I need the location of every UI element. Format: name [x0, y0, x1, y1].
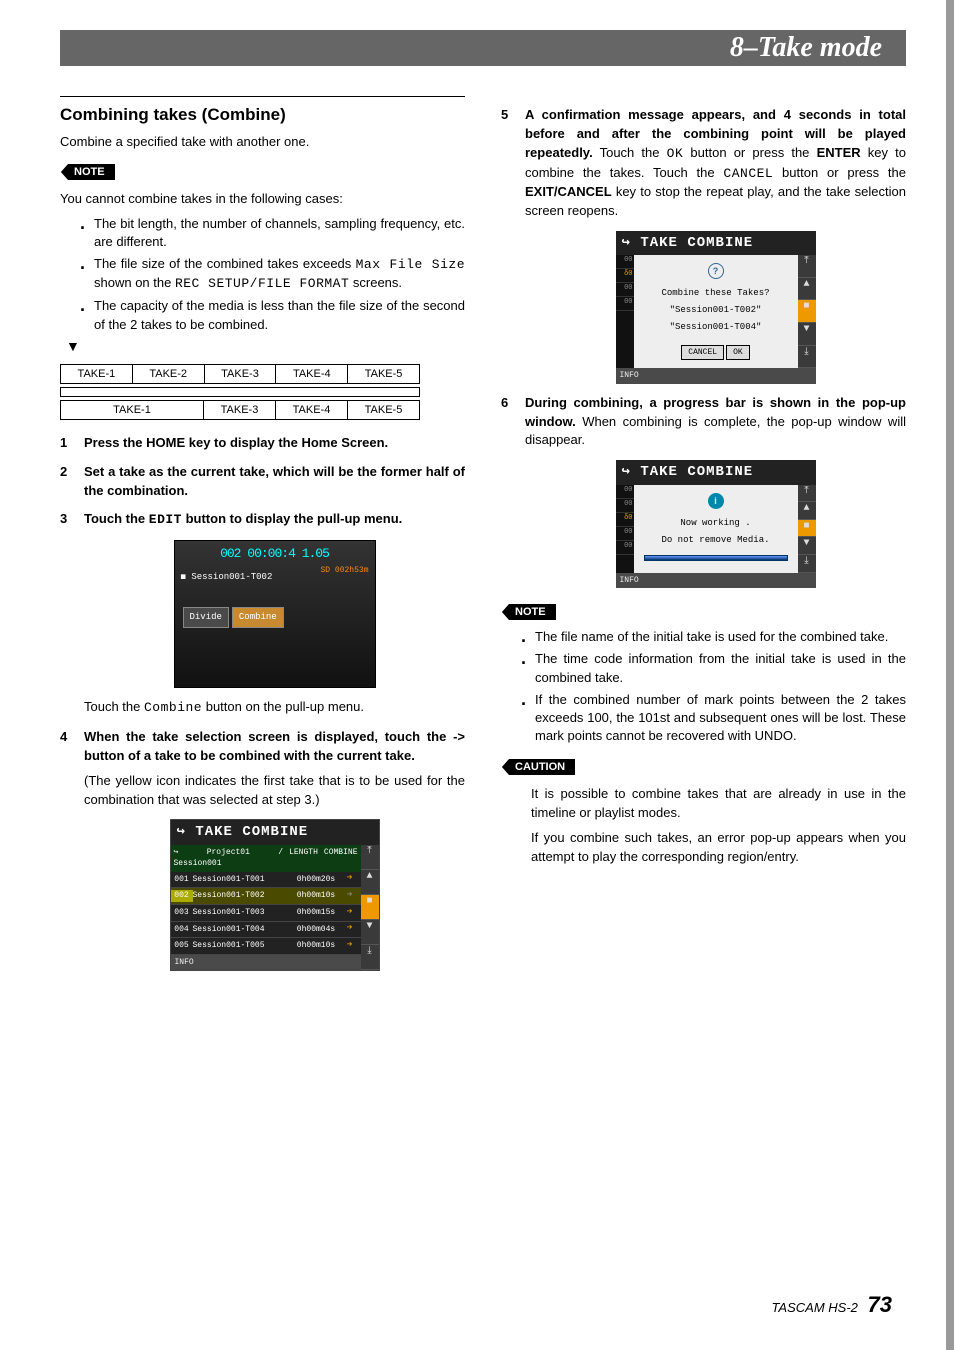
- diagram-arrow-icon: ▼: [66, 342, 465, 350]
- col-combine: COMBINE: [321, 845, 361, 872]
- note2-item2: The time code information from the initi…: [521, 650, 906, 686]
- note1-item3: The capacity of the media is less than t…: [80, 297, 465, 333]
- info-button[interactable]: INFO: [171, 955, 361, 971]
- note-tag: NOTE: [501, 604, 556, 620]
- arrow-right-icon[interactable]: ➔: [339, 906, 361, 921]
- screenshot-take-combine: ↪ TAKE COMBINE ↪ Project01 / Session001 …: [170, 819, 380, 971]
- note2-item3: If the combined number of mark points be…: [521, 691, 906, 746]
- page-number: 73: [868, 1292, 892, 1317]
- progress-bar: [644, 555, 788, 561]
- page-footer: TASCAM HS-2 73: [771, 1292, 892, 1318]
- level-scale: 0000δ00000: [616, 485, 634, 573]
- caution-p2: If you combine such takes, an error pop-…: [531, 829, 906, 867]
- note-tag: NOTE: [60, 164, 115, 180]
- caution-tag: CAUTION: [501, 759, 575, 775]
- step-1: 1 Press the HOME key to display the Home…: [60, 434, 465, 453]
- steps: 1 Press the HOME key to display the Home…: [60, 434, 465, 972]
- steps-right: 5 A confirmation message appears, and 4 …: [501, 106, 906, 588]
- ss1-buttons: Divide Combine: [183, 607, 284, 628]
- scrollbar[interactable]: ⤒▲■▼⤓: [798, 485, 816, 573]
- intro-text: Combine a specified take with another on…: [60, 133, 465, 152]
- screenshot-progress: ↪ TAKE COMBINE 0000δ00000 i Now working …: [616, 460, 816, 588]
- ss4-title: ↪ TAKE COMBINE: [616, 460, 816, 484]
- diagram-row-blank: [60, 387, 420, 397]
- step3-after: Touch the Combine button on the pull-up …: [84, 698, 465, 718]
- step-4: 4 When the take selection screen is disp…: [60, 728, 465, 971]
- cancel-button[interactable]: CANCEL: [681, 345, 724, 361]
- ss1-filename: ◼ Session001-T002: [181, 571, 273, 584]
- ss3-title: ↪ TAKE COMBINE: [616, 231, 816, 255]
- table-row[interactable]: 003Session001-T0030h00m15s➔: [171, 905, 361, 922]
- chapter-title: 8–Take mode: [60, 32, 906, 64]
- note2-item1: The file name of the initial take is use…: [521, 628, 906, 646]
- info-button[interactable]: INFO: [616, 573, 816, 589]
- arrow-right-icon[interactable]: ➔: [339, 872, 361, 887]
- step-6: 6 During combining, a progress bar is sh…: [501, 394, 906, 589]
- diagram-row-2: TAKE-1 TAKE-3 TAKE-4 TAKE-5: [60, 400, 420, 420]
- info-button[interactable]: INFO: [616, 368, 816, 384]
- col-length: LENGTH: [286, 845, 321, 872]
- note1-item2: The file size of the combined takes exce…: [80, 255, 465, 293]
- arrow-right-icon[interactable]: ➔: [339, 939, 361, 954]
- scrollbar[interactable]: ⤒▲■▼⤓: [361, 845, 379, 971]
- left-column: Combining takes (Combine) Combine a spec…: [60, 96, 465, 981]
- diagram-row-1: TAKE-1 TAKE-2 TAKE-3 TAKE-4 TAKE-5: [60, 364, 420, 384]
- confirm-dialog: ? Combine these Takes? "Session001-T002"…: [634, 255, 798, 368]
- ok-button[interactable]: OK: [726, 345, 750, 361]
- step-5: 5 A confirmation message appears, and 4 …: [501, 106, 906, 384]
- step4-para: (The yellow icon indicates the first tak…: [84, 772, 465, 810]
- page: 8–Take mode Combining takes (Combine) Co…: [0, 0, 954, 1350]
- table-row[interactable]: 002Session001-T0020h00m10s➔: [171, 888, 361, 905]
- note2-list: The file name of the initial take is use…: [521, 628, 906, 745]
- arrow-right-icon[interactable]: ➔: [339, 889, 361, 904]
- product-name: TASCAM HS-2: [771, 1300, 857, 1315]
- ss2-title: ↪ TAKE COMBINE: [171, 820, 379, 844]
- section-heading: Combining takes (Combine): [60, 96, 465, 125]
- table-row[interactable]: 001Session001-T0010h00m20s➔: [171, 872, 361, 889]
- columns: Combining takes (Combine) Combine a spec…: [60, 96, 906, 981]
- ss1-time: 002 00:00:4 1.05: [175, 545, 375, 564]
- level-scale: 00δ00000: [616, 255, 634, 368]
- combine-button[interactable]: Combine: [232, 607, 284, 628]
- ss2-header: ↪ Project01 / Session001 LENGTH COMBINE: [171, 845, 361, 872]
- table-row[interactable]: 005Session001-T0050h00m10s➔: [171, 938, 361, 955]
- step-2: 2 Set a take as the current take, which …: [60, 463, 465, 501]
- table-row[interactable]: 004Session001-T0040h00m04s➔: [171, 922, 361, 939]
- ss1-sd: SD 002h53m: [320, 565, 368, 577]
- note1-item1: The bit length, the number of channels, …: [80, 215, 465, 251]
- screenshot-confirm: ↪ TAKE COMBINE 00δ00000 ? Combine these …: [616, 231, 816, 384]
- chapter-header: 8–Take mode: [60, 30, 906, 66]
- scrollbar[interactable]: ⤒▲■▼⤓: [798, 255, 816, 368]
- progress-dialog: i Now working . Do not remove Media.: [634, 485, 798, 573]
- step-3: 3 Touch the EDIT button to display the p…: [60, 510, 465, 718]
- note1-list: The bit length, the number of channels, …: [80, 215, 465, 334]
- caution-p1: It is possible to combine takes that are…: [531, 785, 906, 823]
- info-icon: i: [708, 493, 724, 509]
- screenshot-edit-menu: 002 00:00:4 1.05 ◼ Session001-T002 SD 00…: [174, 540, 376, 688]
- arrow-right-icon[interactable]: ➔: [339, 922, 361, 937]
- take-diagram: TAKE-1 TAKE-2 TAKE-3 TAKE-4 TAKE-5 TAKE-…: [60, 364, 420, 420]
- right-column: 5 A confirmation message appears, and 4 …: [501, 96, 906, 981]
- note1-intro: You cannot combine takes in the followin…: [60, 190, 465, 209]
- divide-button[interactable]: Divide: [183, 607, 229, 628]
- question-icon: ?: [708, 263, 724, 279]
